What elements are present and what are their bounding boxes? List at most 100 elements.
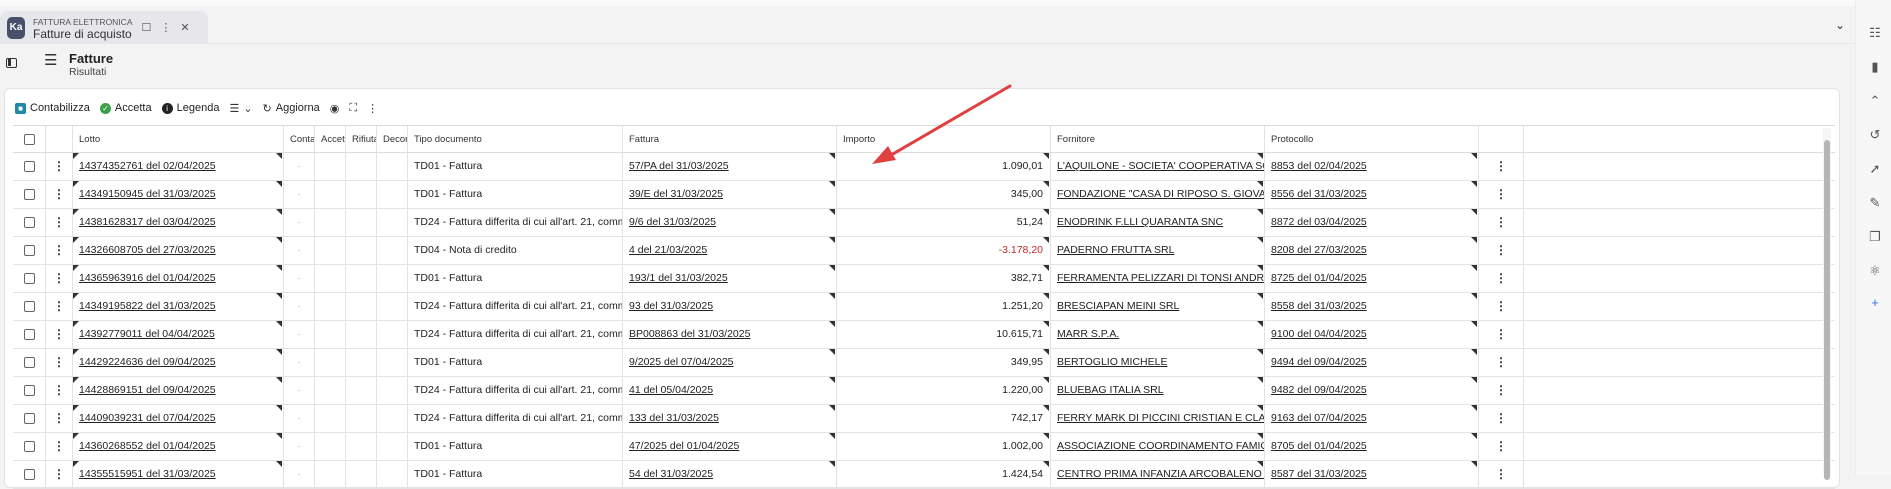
cell-protocollo-value[interactable]: 8705 del 01/04/2025 <box>1271 440 1367 452</box>
table-row[interactable]: ⋮ 14349195822 del 31/03/2025 · TD24 - Fattu… <box>13 293 1835 321</box>
cell-protocollo-value[interactable]: 8587 del 31/03/2025 <box>1271 468 1367 480</box>
tab-fatture-acquisto[interactable]: Ka FATTURA ELETTRONICA Fatture di acquis… <box>0 11 208 44</box>
cell-fattura-value[interactable]: 57/PA del 31/03/2025 <box>629 160 729 172</box>
table-row[interactable]: ⋮ 14392779011 del 04/04/2025 · TD24 - Fattu… <box>13 321 1835 349</box>
row-checkbox[interactable] <box>24 329 35 340</box>
cell-fattura-value[interactable]: BP008863 del 31/03/2025 <box>629 328 750 340</box>
row-checkbox[interactable] <box>24 413 35 424</box>
col-tipo-documento[interactable]: Tipo documento <box>408 126 623 152</box>
cell-fattura-value[interactable]: 9/2025 del 07/04/2025 <box>629 356 734 368</box>
cell-fattura-value[interactable]: 9/6 del 31/03/2025 <box>629 216 716 228</box>
chart-line-icon[interactable]: ⌃ <box>1868 94 1882 108</box>
more-vertical-icon[interactable]: ⋮ <box>46 265 72 292</box>
cell-fornitore-value[interactable]: L'AQUILONE - SOCIETA' COOPERATIVA SOCIAL… <box>1057 160 1264 172</box>
cell-protocollo-value[interactable]: 8208 del 27/03/2025 <box>1271 244 1367 256</box>
cell-protocollo-value[interactable]: 9482 del 09/04/2025 <box>1271 384 1367 396</box>
cell-lotto-value[interactable]: 14381628317 del 03/04/2025 <box>79 216 216 228</box>
table-row[interactable]: ⋮ 14349150945 del 31/03/2025 · TD01 - Fattu… <box>13 181 1835 209</box>
more-vertical-icon[interactable]: ⋮ <box>1479 237 1523 264</box>
more-vertical-icon[interactable]: ⋮ <box>1479 433 1523 460</box>
more-vertical-icon[interactable]: ⋮ <box>46 349 72 376</box>
cell-fattura-value[interactable]: 133 del 31/03/2025 <box>629 412 719 424</box>
cell-protocollo-value[interactable]: 8853 del 02/04/2025 <box>1271 160 1367 172</box>
table-row[interactable]: ⋮ 14326608705 del 27/03/2025 · TD04 - Nota … <box>13 237 1835 265</box>
list-view-icon[interactable]: ☷ <box>1868 26 1882 40</box>
add-icon[interactable]: + <box>1868 296 1882 310</box>
history-icon[interactable]: ↺ <box>1868 128 1882 142</box>
contabilizza-button[interactable]: ■ Contabilizza <box>15 102 90 114</box>
accetta-button[interactable]: ✓ Accetta <box>99 102 152 114</box>
cell-protocollo-value[interactable]: 9163 del 07/04/2025 <box>1271 412 1367 424</box>
more-vertical-icon[interactable]: ⋮ <box>46 209 72 236</box>
fullscreen-button[interactable]: ⛶ <box>349 102 357 115</box>
cell-fornitore-value[interactable]: FERRAMENTA PELIZZARI DI TONSI ANDREA & C… <box>1057 272 1264 284</box>
cell-fornitore-value[interactable]: ENODRINK F.LLI QUARANTA SNC <box>1057 216 1223 228</box>
bookmark-icon[interactable]: ▮ <box>1868 60 1882 74</box>
col-contab[interactable]: Contab <box>284 126 315 152</box>
col-decorr[interactable]: Decorr <box>377 126 408 152</box>
row-checkbox[interactable] <box>24 217 35 228</box>
aggiorna-button[interactable]: ↻ Aggiorna <box>263 102 320 115</box>
documents-icon[interactable]: ❐ <box>1868 230 1882 244</box>
cell-fornitore-value[interactable]: CENTRO PRIMA INFANZIA ARCOBALENO BELLEI … <box>1057 468 1264 480</box>
cell-lotto-value[interactable]: 14365963916 del 01/04/2025 <box>79 272 216 284</box>
more-vertical-icon[interactable]: ⋮ <box>46 433 72 460</box>
more-vertical-icon[interactable]: ⋮ <box>1479 377 1523 404</box>
select-all-checkbox[interactable] <box>24 134 35 145</box>
more-vertical-icon[interactable]: ⋮ <box>1479 405 1523 432</box>
more-vertical-icon[interactable]: ⋮ <box>1479 265 1523 292</box>
bookmark-icon[interactable]: ☐ <box>142 21 152 34</box>
cell-fattura-value[interactable]: 4 del 21/03/2025 <box>629 244 707 256</box>
cell-fornitore-value[interactable]: BERTOGLIO MICHELE <box>1057 356 1167 368</box>
cell-protocollo-value[interactable]: 8725 del 01/04/2025 <box>1271 272 1367 284</box>
cell-protocollo-value[interactable]: 8558 del 31/03/2025 <box>1271 300 1367 312</box>
cell-lotto-value[interactable]: 14409039231 del 07/04/2025 <box>79 412 216 424</box>
more-vertical-icon[interactable]: ⋮ <box>46 153 72 180</box>
more-vertical-icon[interactable]: ⋮ <box>1479 349 1523 376</box>
table-row[interactable]: ⋮ 14374352761 del 02/04/2025 · TD01 - Fattu… <box>13 153 1835 181</box>
cell-fattura-value[interactable]: 47/2025 del 01/04/2025 <box>629 440 739 452</box>
more-vertical-icon[interactable]: ⋮ <box>46 293 72 320</box>
row-checkbox[interactable] <box>24 301 35 312</box>
col-accett[interactable]: Accett <box>315 126 346 152</box>
col-rifiuta[interactable]: Rifiuta <box>346 126 377 152</box>
more-vertical-icon[interactable]: ⋮ <box>1479 293 1523 320</box>
cell-protocollo-value[interactable]: 9494 del 09/04/2025 <box>1271 356 1367 368</box>
more-vertical-icon[interactable]: ⋮ <box>46 405 72 432</box>
table-row[interactable]: ⋮ 14428869151 del 09/04/2025 · TD24 - Fattu… <box>13 377 1835 405</box>
cell-lotto-value[interactable]: 14326608705 del 27/03/2025 <box>79 244 216 256</box>
row-checkbox[interactable] <box>24 385 35 396</box>
table-row[interactable]: ⋮ 14360268552 del 01/04/2025 · TD01 - Fattu… <box>13 433 1835 461</box>
row-checkbox[interactable] <box>24 189 35 200</box>
more-vertical-icon[interactable]: ⋮ <box>46 321 72 348</box>
vertical-scrollbar[interactable] <box>1823 128 1831 480</box>
visibility-button[interactable]: ◉ <box>330 102 340 115</box>
signature-icon[interactable]: ✎ <box>1868 196 1882 210</box>
scrollbar-thumb[interactable] <box>1824 140 1830 480</box>
col-fattura[interactable]: Fattura <box>623 126 837 152</box>
cell-protocollo-value[interactable]: 8872 del 03/04/2025 <box>1271 216 1367 228</box>
cell-fornitore-value[interactable]: PADERNO FRUTTA SRL <box>1057 244 1174 256</box>
cell-lotto-value[interactable]: 14349195822 del 31/03/2025 <box>79 300 216 312</box>
cell-fornitore-value[interactable]: FONDAZIONE "CASA DI RIPOSO S. GIOVANNI-O… <box>1057 188 1264 200</box>
more-vertical-icon[interactable]: ⋮ <box>1479 153 1523 180</box>
cell-lotto-value[interactable]: 14428869151 del 09/04/2025 <box>79 384 216 396</box>
col-importo[interactable]: Importo <box>837 126 1051 152</box>
cell-fornitore-value[interactable]: BRESCIAPAN MEINI SRL <box>1057 300 1179 312</box>
cell-lotto-value[interactable]: 14392779011 del 04/04/2025 <box>79 328 215 340</box>
more-button[interactable]: ⋮ <box>367 102 378 115</box>
col-fornitore[interactable]: Fornitore <box>1051 126 1265 152</box>
more-vertical-icon[interactable]: ⋮ <box>1479 181 1523 208</box>
cell-fornitore-value[interactable]: FERRY MARK DI PICCINI CRISTIAN E CLAUDIO… <box>1057 412 1264 424</box>
more-vertical-icon[interactable]: ⋮ <box>1479 209 1523 236</box>
close-icon[interactable]: ✕ <box>180 21 189 34</box>
chevron-down-icon[interactable]: ⌄ <box>1835 18 1845 32</box>
cell-fattura-value[interactable]: 39/E del 31/03/2025 <box>629 188 723 200</box>
sidebar-toggle-icon[interactable] <box>6 58 17 68</box>
table-row[interactable]: ⋮ 14429224636 del 09/04/2025 · TD01 - Fattu… <box>13 349 1835 377</box>
row-checkbox[interactable] <box>24 441 35 452</box>
more-vertical-icon[interactable]: ⋮ <box>1479 321 1523 348</box>
menu-dropdown-button[interactable]: ☰ ⌄ <box>229 102 252 115</box>
cell-fattura-value[interactable]: 41 del 05/04/2025 <box>629 384 713 396</box>
col-lotto[interactable]: Lotto <box>73 126 284 152</box>
